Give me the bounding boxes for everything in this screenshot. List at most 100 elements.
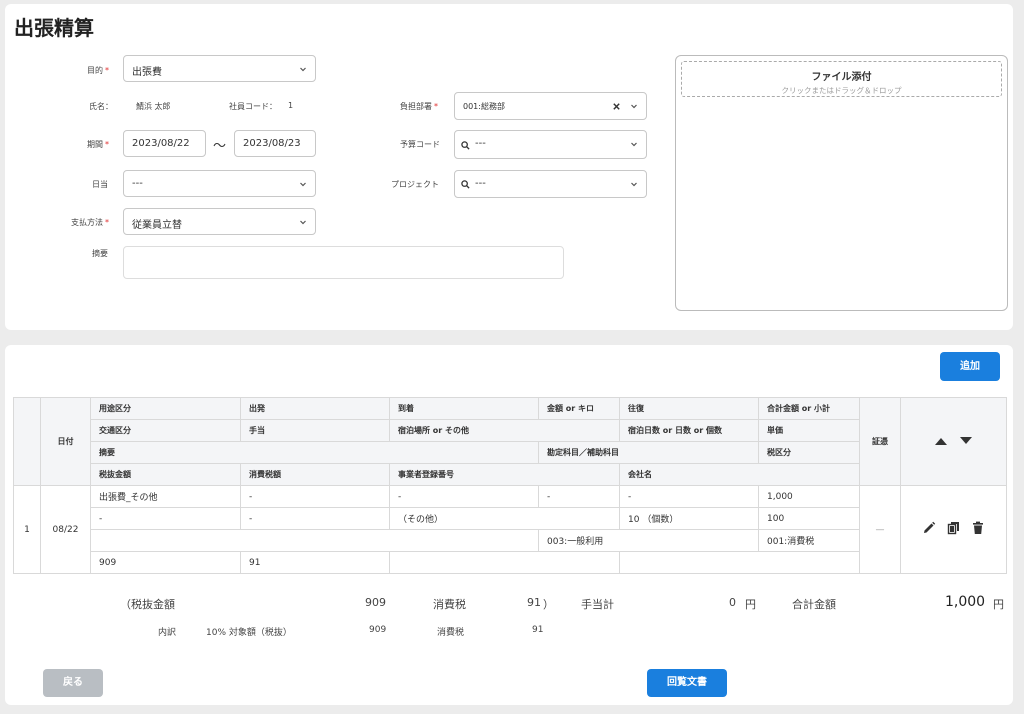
header-cell: 税抜金額 [90,463,241,486]
form-card: 出張精算 目的 * 出張費 氏名： 鯖浜 太郎 社員コード： 1 負担部署 * 00… [5,4,1013,330]
move-down-icon[interactable] [959,436,973,446]
header-cell: 単価 [758,419,860,442]
chevron-down-icon [631,142,637,147]
clear-icon[interactable] [612,102,621,111]
allowance-total-label: 手当計 [581,598,614,611]
yen-unit: 円 [993,598,1004,611]
table-cell: 001:消費税 [758,529,860,552]
sort-header [900,397,1007,486]
chevron-down-icon [300,182,306,187]
pretax-label: 税抜金額 [131,598,175,611]
rate-value: 909 [369,625,387,635]
row-actions [900,485,1007,574]
detail-card: 追加 日付 用途区分 出発 到着 金額 or キロ 往復 合計金額 or 小計 … [5,345,1013,705]
grand-total-label: 合計金額 [792,598,836,611]
rate-tax-label: 消費税 [437,628,465,638]
totals-open-paren: （ [120,598,131,611]
delete-icon[interactable] [971,521,985,535]
evidence-header: 証憑 [859,397,901,486]
name-value: 鯖浜 太郎 [136,102,171,111]
pretax-value: 909 [365,596,386,609]
file-attach-title: ファイル添付 [811,72,872,83]
row-number-header [13,397,41,486]
header-cell: 税区分 [758,441,860,464]
table-cell: 91 [240,551,390,574]
employee-code-label: 社員コード： [229,102,277,111]
allowance-total-value: 0 [729,596,736,609]
row-number: 1 [13,485,41,574]
memo-textarea[interactable] [123,246,564,279]
employee-code-value: 1 [288,101,294,110]
table-cell: - [90,507,241,530]
row-date: 08/22 [40,485,91,574]
period-separator: 〜 [213,139,227,154]
yen-unit: 円 [745,598,756,611]
rate-label: 10% 対象額（税抜） [206,628,292,638]
file-dropzone[interactable]: ファイル添付 クリックまたはドラッグ＆ドロップ [681,61,1002,97]
budget-code-select[interactable]: --- [454,130,647,159]
rate-tax-value: 91 [532,625,544,635]
header-cell: 事業者登録番号 [389,463,620,486]
header-cell: 金額 or キロ [538,397,620,420]
header-cell: 到着 [389,397,539,420]
table-cell: - [538,485,620,508]
budget-code-label: 予算コード [400,140,440,149]
chevron-down-icon [300,220,306,225]
tax-label: 消費税 [433,598,466,611]
chevron-down-icon [631,104,637,109]
circulate-button[interactable]: 回覧文書 [647,669,727,697]
header-cell: 摘要 [90,441,539,464]
tax-value: 91 [527,596,541,609]
table-row[interactable]: - - （その他） 10 （個数） 100 [14,507,1007,530]
table-cell: - [619,485,759,508]
table-row[interactable]: 909 91 [14,551,1007,574]
period-from-input[interactable]: 2023/08/22 [123,130,206,157]
header-cell: 手当 [240,419,390,442]
date-header: 日付 [40,397,91,486]
table-cell: - [240,507,390,530]
page-title: 出張精算 [14,16,94,40]
edit-icon[interactable] [922,521,936,535]
period-to-input[interactable]: 2023/08/23 [234,130,316,157]
breakdown-label: 内訳 [158,628,177,638]
header-cell: 合計金額 or 小計 [758,397,860,420]
allowance-label: 日当 [92,180,108,189]
table-cell: 003:一般利用 [538,529,759,552]
back-button[interactable]: 戻る [43,669,103,697]
payment-label: 支払方法 * [71,218,109,227]
header-cell: 消費税額 [240,463,390,486]
totals-close-paren: ） [543,598,554,611]
copy-icon[interactable] [947,521,961,535]
department-select[interactable]: 001:総務部 [454,92,647,120]
chevron-down-icon [300,67,306,72]
department-label: 負担部署 * [400,102,438,111]
header-cell: 用途区分 [90,397,241,420]
purpose-label: 目的 * [87,66,109,75]
purpose-select[interactable]: 出張費 [123,55,316,82]
chevron-down-icon [631,182,637,187]
table-cell: 1,000 [758,485,860,508]
allowance-select[interactable]: --- [123,170,316,197]
project-label: プロジェクト [391,180,439,189]
header-cell: 交通区分 [90,419,241,442]
table-cell: - [240,485,390,508]
search-icon [461,141,470,150]
table-cell: 10 （個数） [619,507,759,530]
table-row[interactable]: 003:一般利用 001:消費税 [14,529,1007,552]
memo-label: 摘要 [92,249,108,258]
add-button[interactable]: 追加 [940,352,1000,381]
table-cell: 出張費_その他 [90,485,241,508]
project-select[interactable]: --- [454,170,647,198]
move-up-icon[interactable] [934,436,948,446]
payment-select[interactable]: 従業員立替 [123,208,316,235]
table-cell: - [389,485,539,508]
table-cell: （その他） [389,507,620,530]
table-cell: 100 [758,507,860,530]
header-cell: 宿泊場所 or その他 [389,419,620,442]
header-cell: 往復 [619,397,759,420]
row-evidence: — [859,485,901,574]
file-attach-box[interactable]: ファイル添付 クリックまたはドラッグ＆ドロップ [675,55,1008,311]
expense-table: 日付 用途区分 出発 到着 金額 or キロ 往復 合計金額 or 小計 証憑 … [13,397,1007,574]
table-row[interactable]: 1 08/22 出張費_その他 - - - - 1,000 — [13,485,1007,574]
period-label: 期間 * [87,140,109,149]
